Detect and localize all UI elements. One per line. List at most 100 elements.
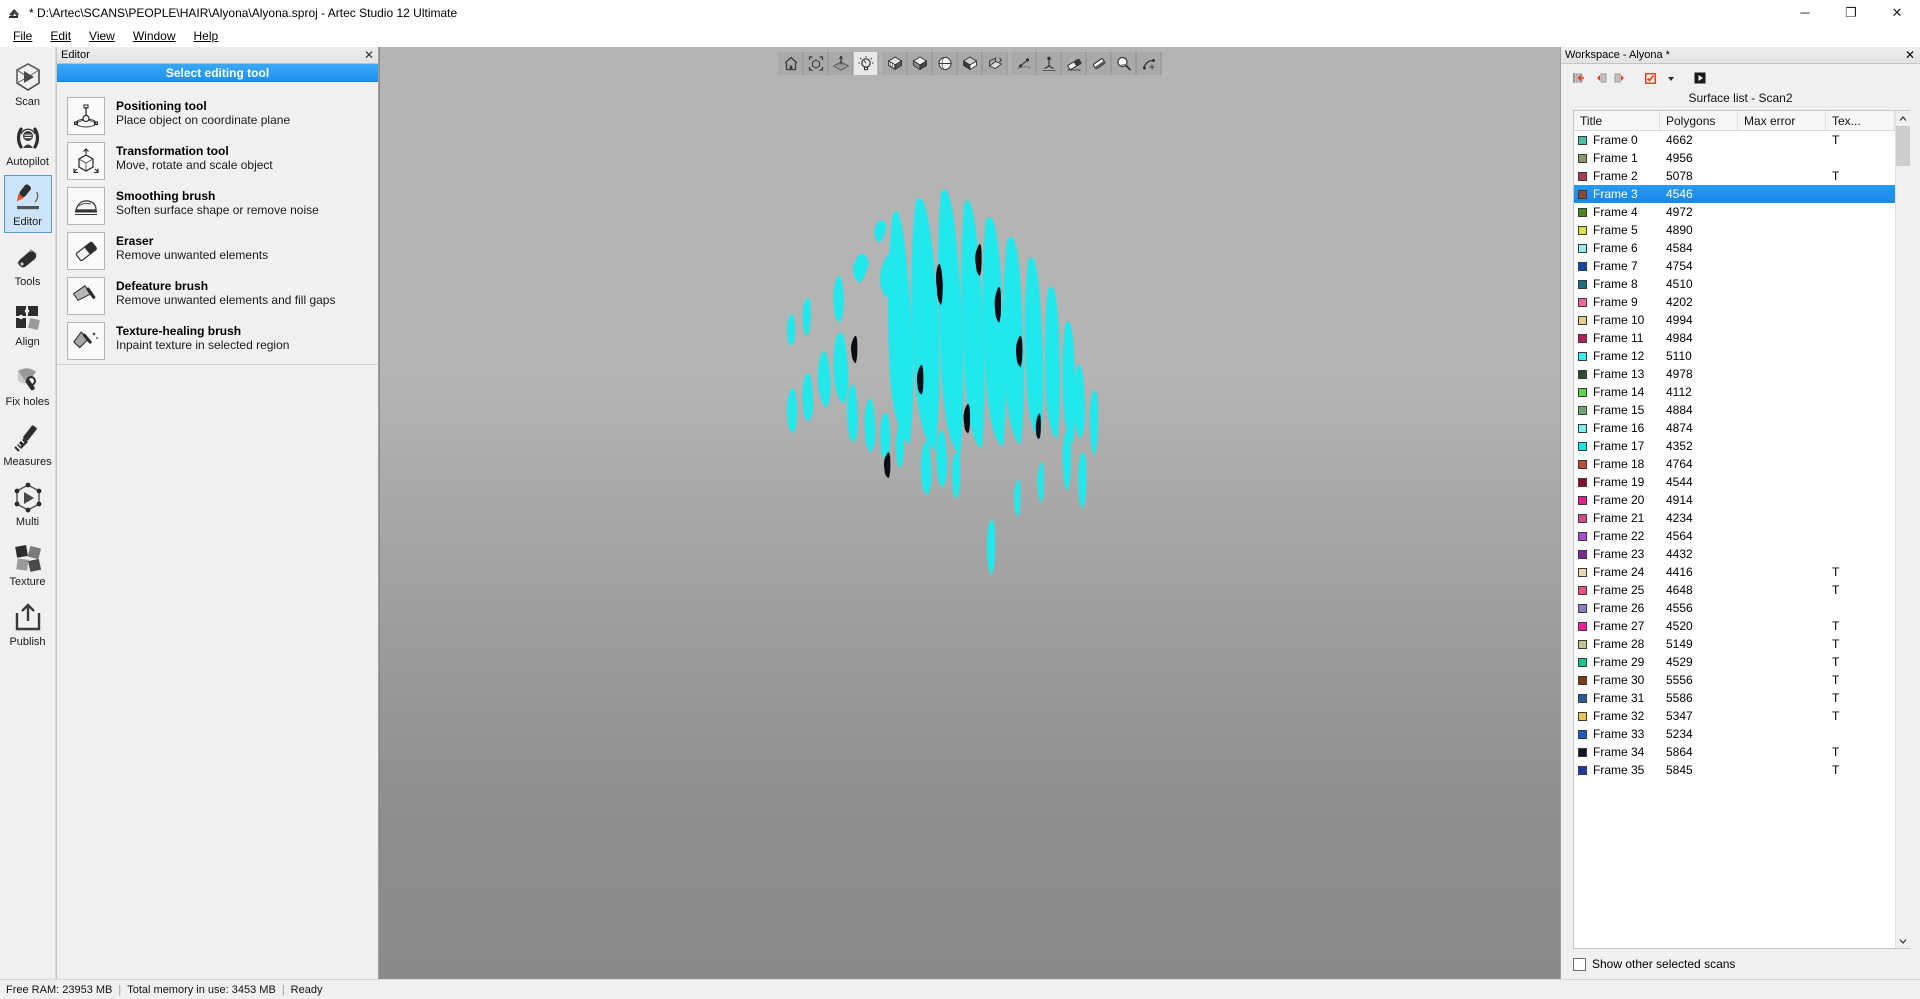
row-color-swatch[interactable]: [1578, 189, 1587, 199]
column-header-texture[interactable]: Tex...: [1826, 111, 1895, 130]
row-color-swatch[interactable]: [1578, 531, 1587, 541]
sidebar-item-editor[interactable]: Editor: [3, 175, 52, 233]
jump-to-start-icon[interactable]: [1569, 68, 1588, 87]
table-row[interactable]: Frame 23 4432: [1574, 545, 1895, 563]
table-row[interactable]: Frame 22 4564: [1574, 527, 1895, 545]
row-color-swatch[interactable]: [1578, 279, 1587, 289]
row-color-swatch[interactable]: [1578, 243, 1587, 253]
row-color-swatch[interactable]: [1578, 495, 1587, 505]
show-other-scans-checkbox[interactable]: [1573, 957, 1586, 971]
table-row[interactable]: Frame 12 5110: [1574, 347, 1895, 365]
row-color-swatch[interactable]: [1578, 333, 1587, 343]
table-row[interactable]: Frame 0 4662 T: [1574, 131, 1895, 149]
maximize-button[interactable]: ❐: [1828, 0, 1874, 25]
check-all-icon[interactable]: [1640, 68, 1659, 87]
sidebar-item-texture[interactable]: Texture: [4, 535, 52, 593]
table-row[interactable]: Frame 5 4890: [1574, 221, 1895, 239]
measure-dist-icon[interactable]: [1036, 52, 1062, 75]
section-plane-icon[interactable]: [982, 52, 1008, 75]
row-color-swatch[interactable]: [1578, 423, 1587, 433]
menu-file[interactable]: File: [4, 27, 41, 45]
dropdown-arrow-icon[interactable]: [1661, 68, 1680, 87]
row-color-swatch[interactable]: [1578, 765, 1587, 775]
column-header-polygons[interactable]: Polygons: [1660, 111, 1738, 130]
render-sphere-icon[interactable]: [932, 52, 958, 75]
tool-positioning[interactable]: Positioning tool Place object on coordin…: [57, 94, 378, 139]
table-row[interactable]: Frame 25 4648 T: [1574, 581, 1895, 599]
render-shaded-icon[interactable]: [957, 52, 983, 75]
table-row[interactable]: Frame 1 4956: [1574, 149, 1895, 167]
table-row[interactable]: Frame 33 5234: [1574, 725, 1895, 743]
row-color-swatch[interactable]: [1578, 405, 1587, 415]
row-color-swatch[interactable]: [1578, 621, 1587, 631]
sidebar-item-autopilot[interactable]: Autopilot: [4, 115, 52, 173]
row-color-swatch[interactable]: [1578, 513, 1587, 523]
table-row[interactable]: Frame 18 4764: [1574, 455, 1895, 473]
row-color-swatch[interactable]: [1578, 369, 1587, 379]
row-color-swatch[interactable]: [1578, 441, 1587, 451]
row-color-swatch[interactable]: [1578, 603, 1587, 613]
sidebar-item-fix-holes[interactable]: Fix holes: [4, 355, 52, 413]
column-header-max-error[interactable]: Max error: [1738, 111, 1826, 130]
table-row[interactable]: Frame 16 4874: [1574, 419, 1895, 437]
row-color-swatch[interactable]: [1578, 459, 1587, 469]
grid-axes-icon[interactable]: [828, 52, 854, 75]
row-color-swatch[interactable]: [1578, 477, 1587, 487]
table-row[interactable]: Frame 2 5078 T: [1574, 167, 1895, 185]
row-color-swatch[interactable]: [1578, 171, 1587, 181]
row-color-swatch[interactable]: [1578, 729, 1587, 739]
scroll-down-arrow-icon[interactable]: [1896, 933, 1910, 948]
tool-eraser[interactable]: Eraser Remove unwanted elements: [57, 229, 378, 274]
tool-transformation[interactable]: Transformation tool Move, rotate and sca…: [57, 139, 378, 184]
row-color-swatch[interactable]: [1578, 585, 1587, 595]
row-color-swatch[interactable]: [1578, 207, 1587, 217]
table-row[interactable]: Frame 11 4984: [1574, 329, 1895, 347]
table-row[interactable]: Frame 21 4234: [1574, 509, 1895, 527]
fit-to-view-icon[interactable]: [803, 52, 829, 75]
sidebar-item-align[interactable]: Align: [4, 295, 52, 353]
table-row[interactable]: Frame 35 5845 T: [1574, 761, 1895, 779]
row-color-swatch[interactable]: [1578, 675, 1587, 685]
table-row[interactable]: Frame 15 4884: [1574, 401, 1895, 419]
table-row[interactable]: Frame 24 4416 T: [1574, 563, 1895, 581]
table-row[interactable]: Frame 34 5864 T: [1574, 743, 1895, 761]
workspace-close-icon[interactable]: ✕: [1905, 48, 1915, 62]
row-color-swatch[interactable]: [1578, 639, 1587, 649]
row-color-swatch[interactable]: [1578, 747, 1587, 757]
step-back-icon[interactable]: [1590, 68, 1609, 87]
lighting-icon[interactable]: [853, 52, 879, 75]
eraser-tool-icon[interactable]: [1061, 52, 1087, 75]
scrollbar-thumb[interactable]: [1896, 126, 1910, 166]
measure-point-icon[interactable]: [1011, 52, 1037, 75]
menu-edit[interactable]: Edit: [41, 27, 80, 45]
row-color-swatch[interactable]: [1578, 135, 1587, 145]
sculpt-icon[interactable]: [1136, 52, 1162, 75]
editor-panel-close-icon[interactable]: ✕: [364, 48, 374, 62]
close-button[interactable]: ✕: [1874, 0, 1920, 25]
table-row[interactable]: Frame 13 4978: [1574, 365, 1895, 383]
row-color-swatch[interactable]: [1578, 153, 1587, 163]
sidebar-item-tools[interactable]: Tools: [4, 235, 52, 293]
scroll-up-arrow-icon[interactable]: [1896, 111, 1910, 126]
table-row[interactable]: Frame 9 4202: [1574, 293, 1895, 311]
magnifier-icon[interactable]: [1111, 52, 1137, 75]
table-row[interactable]: Frame 14 4112: [1574, 383, 1895, 401]
sidebar-item-measures[interactable]: Measures: [3, 415, 52, 473]
tool-defeature-brush[interactable]: Defeature brush Remove unwanted elements…: [57, 274, 378, 319]
render-textured-icon[interactable]: [882, 52, 908, 75]
row-color-swatch[interactable]: [1578, 261, 1587, 271]
row-color-swatch[interactable]: [1578, 693, 1587, 703]
tool-smoothing-brush[interactable]: Smoothing brush Soften surface shape or …: [57, 184, 378, 229]
table-row[interactable]: Frame 30 5556 T: [1574, 671, 1895, 689]
play-icon[interactable]: [1690, 68, 1709, 87]
table-row[interactable]: Frame 6 4584: [1574, 239, 1895, 257]
row-color-swatch[interactable]: [1578, 549, 1587, 559]
tool-texture-healing-brush[interactable]: Texture-healing brush Inpaint texture in…: [57, 319, 378, 364]
table-row[interactable]: Frame 31 5586 T: [1574, 689, 1895, 707]
column-header-title[interactable]: Title: [1574, 111, 1660, 130]
table-row[interactable]: Frame 29 4529 T: [1574, 653, 1895, 671]
table-row[interactable]: Frame 3 4546: [1574, 185, 1895, 203]
rubber-tool-icon[interactable]: [1086, 52, 1112, 75]
sidebar-item-publish[interactable]: Publish: [4, 595, 52, 653]
menu-view[interactable]: View: [80, 27, 124, 45]
